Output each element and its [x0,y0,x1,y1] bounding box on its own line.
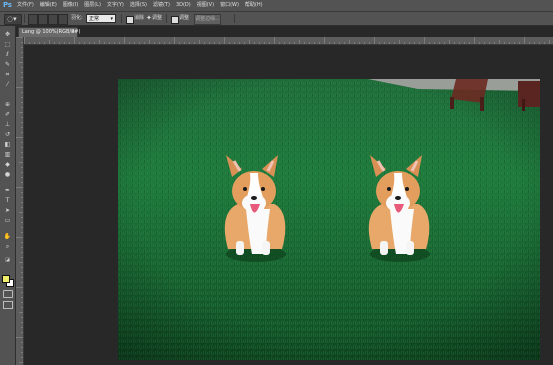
blur-icon[interactable]: ◆ [2,160,13,169]
menu-type[interactable]: 文字(Y) [107,1,124,10]
marquee-icon[interactable]: ⬚ [2,40,13,49]
lasso-icon[interactable]: ℓ [2,50,13,59]
history-brush-icon[interactable]: ↺ [2,130,13,139]
document-canvas[interactable] [118,79,540,360]
horizontal-ruler[interactable] [24,37,553,45]
vertical-ruler[interactable] [16,37,24,365]
default-colors-icon[interactable]: ◪ [2,256,13,265]
menu-items: 文件(F) 编辑(E) 图像(I) 图层(L) 文字(Y) 选择(S) 滤镜(T… [17,1,263,10]
move-icon[interactable]: ✥ [2,30,13,39]
ps-logo-icon: Ps [3,1,12,9]
document-tab[interactable]: Lang @ 100%(RGB/8#) × [18,27,80,37]
shape-icon[interactable]: ▭ [2,216,13,225]
eraser-icon[interactable]: ◧ [2,140,13,149]
dodge-icon[interactable]: ● [2,170,13,179]
brush-icon[interactable]: ✐ [2,110,13,119]
screen-mode-icon[interactable] [3,301,13,309]
healing-icon[interactable]: ⊕ [2,100,13,109]
options-separator [121,14,122,23]
menu-help[interactable]: 帮助(H) [245,1,263,10]
auto-checkbox[interactable] [171,16,179,24]
canvas-image [118,79,540,360]
new-selection-icon[interactable] [28,14,38,25]
options-separator [234,14,235,23]
mode-select[interactable]: 正常 ▾ [86,14,116,23]
crop-icon[interactable]: ⌗ [2,70,13,79]
blend-label: 调整 [152,15,163,21]
path-select-icon[interactable]: ➤ [2,206,13,215]
quick-select-icon[interactable]: ✎ [2,60,13,69]
quick-mask-icon[interactable] [3,290,13,298]
mode-value: 正常 [89,16,100,22]
settings-icon[interactable]: ✦ [146,14,152,23]
zoom-icon[interactable]: ⌕ [2,242,13,251]
menu-edit[interactable]: 编辑(E) [40,1,57,10]
tool-preset-picker[interactable]: ◌▾ [4,14,22,25]
antialias-label: 消除 [134,15,145,21]
tools-panel: ✥ ⬚ ℓ ✎ ⌗ ⁄ ⊕ ✐ ⊥ ↺ ◧ ▥ ◆ ● ✒ T ➤ ▭ ✋ ⌕ … [0,26,16,365]
gradient-icon[interactable]: ▥ [2,150,13,159]
photoshop-window: Ps 文件(F) 编辑(E) 图像(I) 图层(L) 文字(Y) 选择(S) 滤… [0,0,553,365]
antialias-checkbox[interactable] [126,16,134,24]
options-bar: ◌▾ 羽化: 正常 ▾ 消除 ✦ 调整 调整 调整边缘... [0,12,553,26]
options-separator [24,14,25,23]
foreground-color-swatch[interactable] [2,275,10,283]
blend-option-label: 调整 [179,15,190,21]
stamp-icon[interactable]: ⊥ [2,120,13,129]
menu-image[interactable]: 图像(I) [63,1,78,10]
hand-icon[interactable]: ✋ [2,232,13,241]
menu-3d[interactable]: 3D(D) [176,1,191,10]
menu-filter[interactable]: 滤镜(T) [153,1,170,10]
chevron-down-icon: ▾ [110,16,113,22]
eyedropper-icon[interactable]: ⁄ [2,80,13,89]
menu-window[interactable]: 窗口(W) [220,1,239,10]
options-separator [166,14,167,23]
menu-file[interactable]: 文件(F) [17,1,34,10]
menu-layer[interactable]: 图层(L) [84,1,101,10]
pen-icon[interactable]: ✒ [2,186,13,195]
intersect-selection-icon[interactable] [58,14,68,25]
menu-select[interactable]: 选择(S) [130,1,147,10]
add-selection-icon[interactable] [38,14,48,25]
type-icon[interactable]: T [2,196,13,205]
subtract-selection-icon[interactable] [48,14,58,25]
marquee-preset-icon: ◌▾ [7,15,17,23]
menu-view[interactable]: 视图(V) [197,1,214,10]
menu-bar: Ps 文件(F) 编辑(E) 图像(I) 图层(L) 文字(Y) 选择(S) 滤… [0,0,553,12]
refine-edge-button[interactable]: 调整边缘... [194,14,221,25]
close-icon[interactable]: × [71,28,75,37]
grass-field [118,79,540,360]
feather-label: 羽化: [71,15,83,21]
